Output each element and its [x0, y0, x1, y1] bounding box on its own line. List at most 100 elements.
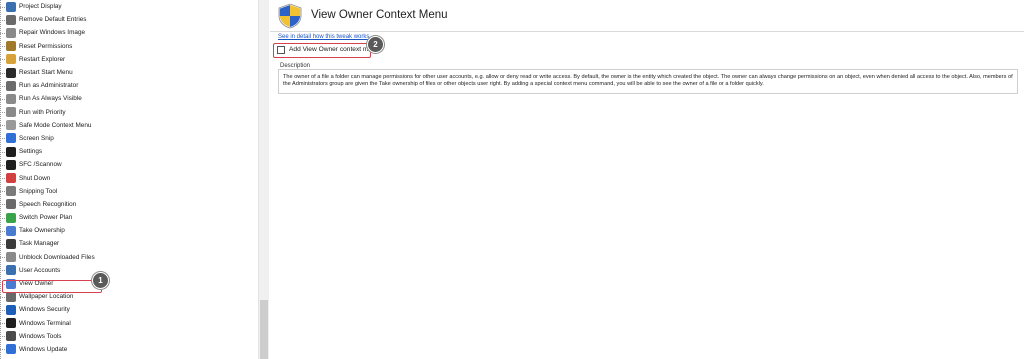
tree-item-label: Windows Update [19, 345, 68, 353]
tree-item-label: Restart Explorer [19, 55, 66, 63]
unblock-icon [6, 252, 16, 263]
tree-item[interactable]: Windows Update [0, 343, 258, 356]
tree-item[interactable]: Windows Security [0, 303, 258, 316]
tree-branch [0, 151, 5, 153]
admin-icon [6, 80, 16, 91]
tree-item[interactable]: SFC /Scannow [0, 158, 258, 171]
tree-branch [0, 243, 5, 245]
tree-branch [0, 296, 5, 298]
tree-item-label: Windows Security [19, 306, 70, 314]
tree-branch [0, 85, 5, 87]
tree-item-label: Unblock Downloaded Files [19, 253, 95, 261]
tree-scrollbar[interactable] [258, 0, 269, 359]
tree-item[interactable]: Settings [0, 145, 258, 158]
tree-item[interactable]: Shut Down [0, 171, 258, 184]
tree-item[interactable]: Windows Terminal [0, 317, 258, 330]
tree-branch [0, 164, 5, 166]
tree-item[interactable]: Run with Priority [0, 106, 258, 119]
tweak-tree-panel: Project Display Remove Default Entries Rep… [0, 0, 258, 359]
tree-scrollbar-thumb[interactable] [260, 300, 268, 359]
window-icon [6, 93, 16, 104]
tree-item[interactable]: Take Ownership [0, 224, 258, 237]
tree-item[interactable]: Unblock Downloaded Files [0, 251, 258, 264]
tree-branch [0, 72, 5, 74]
description-box: The owner of a file a folder can manage … [278, 69, 1018, 94]
safemode-icon [6, 120, 16, 131]
tree-item[interactable]: Remove Default Entries [0, 13, 258, 26]
tree-item[interactable]: Restart Explorer [0, 53, 258, 66]
terminal-icon [6, 159, 16, 170]
tree-item-label: Run with Priority [19, 108, 66, 116]
tree-branch [0, 309, 5, 311]
tree-item[interactable]: Speech Recognition [0, 198, 258, 211]
folder-icon [6, 54, 16, 65]
scissors-icon [6, 186, 16, 197]
tree-item-label: Switch Power Plan [19, 214, 73, 222]
tweak-tree-list: Project Display Remove Default Entries Rep… [0, 0, 258, 356]
tree-item-label: Repair Windows Image [19, 29, 86, 37]
tree-item-label: Take Ownership [19, 227, 65, 235]
gear-icon [6, 146, 16, 157]
tree-item-label: Speech Recognition [19, 200, 77, 208]
tree-item-label: SFC /Scannow [19, 161, 62, 169]
tree-branch [0, 138, 5, 140]
tree-item[interactable]: Safe Mode Context Menu [0, 119, 258, 132]
tree-item[interactable]: Screen Snip [0, 132, 258, 145]
tree-item[interactable]: Restart Start Menu [0, 66, 258, 79]
tree-item-label: Settings [19, 148, 43, 156]
tree-branch [0, 204, 5, 206]
battery-icon [6, 212, 16, 223]
tree-item-label: Project Display [19, 3, 62, 11]
tree-branch [0, 125, 5, 127]
tree-branch [0, 46, 5, 48]
ownership-icon [6, 225, 16, 236]
tools-icon [6, 331, 16, 342]
tree-item-label: Snipping Tool [19, 187, 58, 195]
tree-branch [0, 98, 5, 100]
tree-item-label: Safe Mode Context Menu [19, 121, 92, 129]
tree-item-label: Run as Administrator [19, 82, 79, 90]
tree-item[interactable]: Reset Permissions [0, 40, 258, 53]
tools-icon [6, 27, 16, 38]
view-owner-highlight [2, 280, 102, 293]
tree-item[interactable]: Task Manager [0, 237, 258, 250]
priority-icon [6, 107, 16, 118]
tree-branch [0, 191, 5, 193]
tree-item-label: Windows Tools [19, 332, 62, 340]
key-icon [6, 41, 16, 52]
update-icon [6, 344, 16, 355]
tree-branch [0, 323, 5, 325]
tree-item-label: Run As Always Visible [19, 95, 82, 103]
tree-branch [0, 257, 5, 259]
tree-branch [0, 349, 5, 351]
tree-branch [0, 59, 5, 61]
uac-shield-icon [278, 3, 302, 29]
page-title: View Owner Context Menu [311, 9, 448, 21]
tweak-detail-panel: View Owner Context Menu See in detail ho… [270, 0, 1024, 359]
snip-icon [6, 133, 16, 144]
tree-item[interactable]: Run As Always Visible [0, 92, 258, 105]
tree-item-label: Shut Down [19, 174, 51, 182]
tree-item-label: Task Manager [19, 240, 60, 248]
tree-item[interactable]: Run as Administrator [0, 79, 258, 92]
mic-icon [6, 199, 16, 210]
user-icon [6, 265, 16, 276]
tree-item[interactable]: Snipping Tool [0, 185, 258, 198]
tree-item[interactable]: Switch Power Plan [0, 211, 258, 224]
step-badge-2: 2 [367, 36, 384, 53]
tree-item-label: Screen Snip [19, 134, 54, 142]
tweak-details-link[interactable]: See in detail how this tweak works [278, 34, 369, 40]
tree-item[interactable]: Repair Windows Image [0, 26, 258, 39]
start-icon [6, 67, 16, 78]
tree-branch [0, 19, 5, 21]
terminal-icon [6, 318, 16, 329]
tree-item[interactable]: User Accounts [0, 264, 258, 277]
tree-branch [0, 112, 5, 114]
tree-branch [0, 32, 5, 34]
tree-item-label: Wallpaper Location [19, 293, 74, 301]
monitor-icon [6, 1, 16, 12]
description-text: The owner of a file a folder can manage … [283, 74, 1013, 88]
wallpaper-icon [6, 291, 16, 302]
tree-item[interactable]: Project Display [0, 0, 258, 13]
tree-item[interactable]: Windows Tools [0, 330, 258, 343]
